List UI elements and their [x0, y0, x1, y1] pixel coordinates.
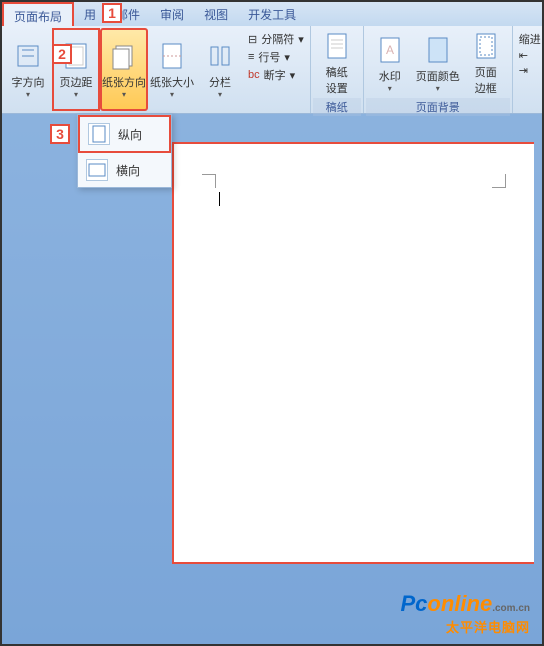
breaks-button[interactable]: ⊟分隔符▾: [248, 30, 304, 48]
paper-setup-button[interactable]: 稿纸 设置: [313, 28, 361, 98]
orientation-label: 纸张方向: [102, 74, 146, 90]
columns-label: 分栏: [209, 74, 231, 90]
ribbon: 字方向▾ 2 页边距▾ 纸张方向▾ 纸张大小▾ 分栏▾ ⊟分隔符▾ ≡行号▾: [2, 26, 542, 114]
group-page-setup: 字方向▾ 2 页边距▾ 纸张方向▾ 纸张大小▾ 分栏▾ ⊟分隔符▾ ≡行号▾: [2, 26, 311, 113]
orientation-button[interactable]: 纸张方向▾: [100, 28, 148, 111]
size-label: 纸张大小: [150, 74, 194, 90]
svg-text:A: A: [386, 43, 394, 57]
orientation-icon: [108, 40, 140, 72]
group-page-background: A 水印▾ 页面颜色▾ 页面 边框 页面背景: [364, 26, 513, 113]
callout-marker-2: 2: [52, 44, 72, 64]
breaks-list: ⊟分隔符▾ ≡行号▾ bc断字▾: [244, 28, 308, 111]
source-watermark: Pconline.com.cn 太平洋电脑网: [401, 591, 531, 636]
orientation-landscape-option[interactable]: 横向: [78, 153, 171, 187]
indent-left-button[interactable]: ⇤: [519, 48, 541, 63]
watermark-icon: A: [374, 34, 406, 66]
paper-setup-icon: [321, 30, 353, 62]
ribbon-tabs: 页面布局 用 邮件 审阅 视图 开发工具: [2, 2, 542, 26]
page-border-icon: [470, 30, 502, 62]
group-pagebg-label: 页面背景: [366, 98, 510, 116]
page-color-button[interactable]: 页面颜色▾: [414, 28, 462, 98]
portrait-label: 纵向: [118, 126, 142, 143]
pconline-logo: Pconline.com.cn: [401, 591, 531, 617]
watermark-button[interactable]: A 水印▾: [366, 28, 414, 98]
orientation-portrait-option[interactable]: 3 纵向: [78, 115, 171, 153]
tab-page-layout[interactable]: 页面布局: [2, 2, 74, 26]
margins-label: 页边距: [60, 74, 93, 90]
page-border-label: 页面 边框: [475, 64, 497, 96]
indent-right-button[interactable]: ⇥: [519, 63, 541, 78]
paper-setup-label: 稿纸 设置: [326, 64, 348, 96]
orientation-dropdown: 3 纵向 横向: [77, 114, 172, 188]
landscape-icon: [86, 159, 108, 181]
margins-button[interactable]: 2 页边距▾: [52, 28, 100, 111]
group-paper-label: 稿纸: [313, 98, 361, 116]
page-corner-mark-left: [202, 174, 216, 188]
line-numbers-button[interactable]: ≡行号▾: [248, 48, 304, 66]
group-paper: 稿纸 设置 稿纸: [311, 26, 364, 113]
landscape-label: 横向: [116, 162, 140, 179]
page-border-button[interactable]: 页面 边框: [462, 28, 510, 98]
tab-view[interactable]: 视图: [194, 2, 238, 26]
columns-icon: [204, 40, 236, 72]
page-corner-mark-right: [492, 174, 506, 188]
text-cursor: [219, 192, 220, 206]
document-page[interactable]: [172, 142, 534, 564]
text-direction-icon: [12, 40, 44, 72]
text-direction-label: 字方向: [12, 74, 45, 90]
callout-marker-3: 3: [50, 124, 70, 144]
pconline-subtitle: 太平洋电脑网: [401, 617, 531, 636]
page-color-label: 页面颜色: [416, 68, 460, 84]
tab-dev[interactable]: 开发工具: [238, 2, 306, 26]
group-paragraph: 缩进 ⇤ ⇥: [513, 26, 544, 113]
size-icon: [156, 40, 188, 72]
columns-button[interactable]: 分栏▾: [196, 28, 244, 111]
indent-label: 缩进: [519, 30, 541, 48]
watermark-label: 水印: [379, 68, 401, 84]
portrait-icon: [88, 123, 110, 145]
hyphenation-button[interactable]: bc断字▾: [248, 66, 304, 84]
page-color-icon: [422, 34, 454, 66]
callout-marker-1: 1: [102, 3, 122, 23]
size-button[interactable]: 纸张大小▾: [148, 28, 196, 111]
tab-review[interactable]: 审阅: [150, 2, 194, 26]
text-direction-button[interactable]: 字方向▾: [4, 28, 52, 111]
